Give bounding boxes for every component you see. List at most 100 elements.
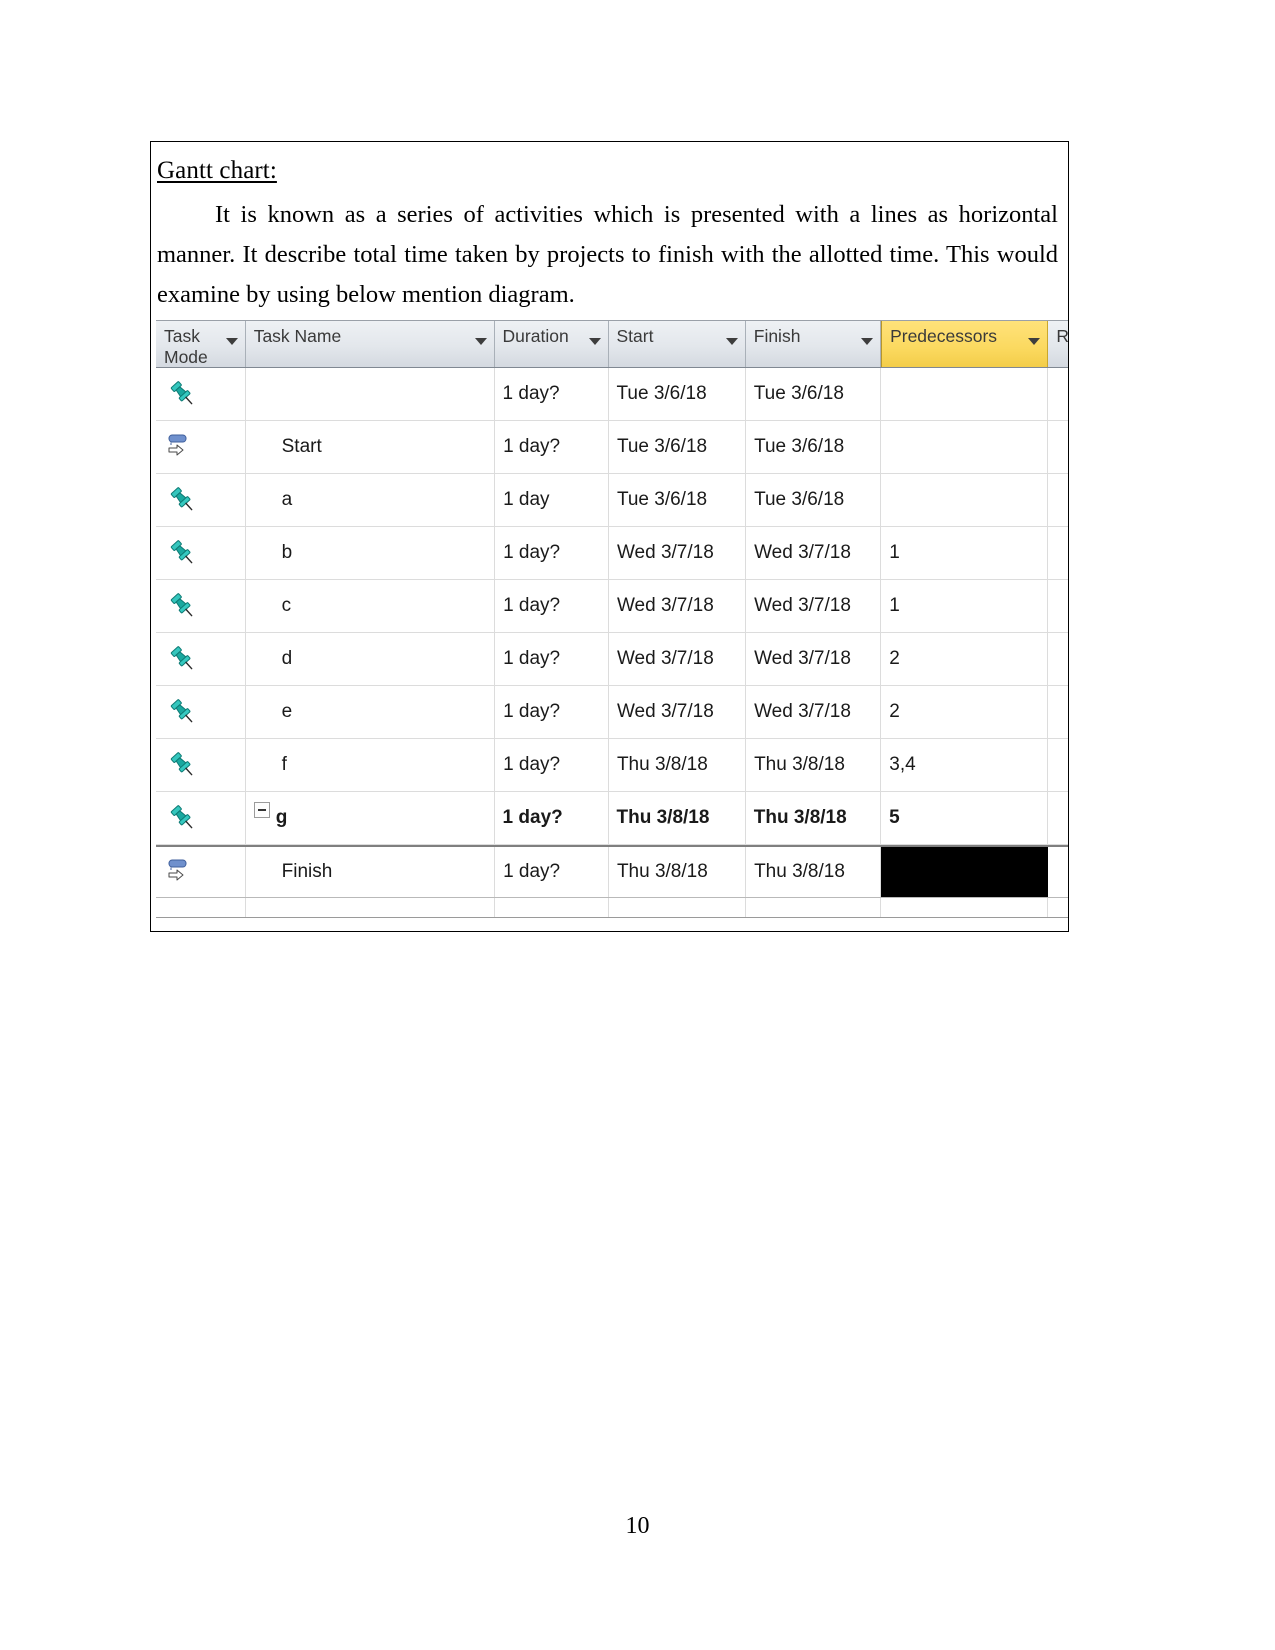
cell-start[interactable]: Thu 3/8/18	[609, 739, 747, 791]
cell-finish[interactable]: Wed 3/7/18	[746, 686, 882, 738]
pushpin-icon	[168, 751, 202, 783]
cell-task-name[interactable]: a	[246, 474, 496, 526]
cell-task-mode[interactable]	[156, 580, 246, 632]
cell-duration[interactable]: 1 day?	[495, 580, 609, 632]
table-row[interactable]: f1 day? Thu 3/8/18 Thu 3/8/18 3,4	[156, 739, 1068, 792]
cell-predecessors[interactable]: 3,4	[881, 739, 1049, 791]
cell-task-name[interactable]: g	[246, 792, 495, 844]
cell-task-mode[interactable]	[156, 686, 246, 738]
table-row[interactable]: d1 day? Wed 3/7/18 Wed 3/7/18 2	[156, 633, 1068, 686]
cell-task-mode[interactable]	[156, 474, 246, 526]
chevron-down-icon[interactable]	[861, 338, 874, 345]
cell-finish[interactable]: Wed 3/7/18	[746, 633, 882, 685]
cell-predecessors[interactable]	[881, 421, 1049, 473]
cell-finish[interactable]: Thu 3/8/18	[746, 739, 882, 791]
table-row[interactable]: g1 day? Thu 3/8/18 Thu 3/8/18 5	[156, 792, 1068, 845]
cell-duration[interactable]: 1 day?	[495, 527, 609, 579]
cell-duration[interactable]: 1 day?	[495, 739, 609, 791]
cell-start[interactable]: Wed 3/7/18	[609, 686, 747, 738]
cell-resource[interactable]	[1048, 739, 1068, 791]
column-header-predecessors[interactable]: Predecessors	[881, 321, 1049, 367]
cell-resource[interactable]	[1048, 847, 1068, 897]
cell-task-mode[interactable]	[156, 633, 246, 685]
column-header-task_name[interactable]: Task Name	[246, 321, 495, 367]
cell-start[interactable]: Tue 3/6/18	[609, 474, 747, 526]
cell-start[interactable]: Wed 3/7/18	[609, 580, 747, 632]
table-row[interactable]: a1 day Tue 3/6/18 Tue 3/6/18	[156, 474, 1068, 527]
collapse-toggle-icon[interactable]	[253, 802, 270, 818]
column-header-task_mode[interactable]: Task Mode	[156, 321, 246, 367]
table-row[interactable]: Start 1 day? Tue 3/6/18 Tue 3/6/18	[156, 421, 1068, 474]
cell-finish[interactable]: Wed 3/7/18	[746, 580, 882, 632]
cell-finish[interactable]: Wed 3/7/18	[746, 527, 882, 579]
cell-predecessors-selected[interactable]	[881, 847, 1049, 897]
column-header-finish[interactable]: Finish	[746, 321, 882, 367]
cell-predecessors[interactable]: 1	[881, 580, 1049, 632]
cell-resource[interactable]	[1048, 686, 1068, 738]
column-header-start[interactable]: Start	[609, 321, 746, 367]
cell-task-name[interactable]: f	[246, 739, 496, 791]
cell-task-name[interactable]: Start	[246, 421, 496, 473]
cell-resource[interactable]	[1048, 792, 1068, 844]
cell-task-name[interactable]: e	[246, 686, 496, 738]
task-name-label: Start	[281, 436, 322, 457]
cell-duration[interactable]: 1 day?	[495, 686, 609, 738]
chevron-down-icon[interactable]	[725, 338, 738, 345]
cell-finish[interactable]: Tue 3/6/18	[746, 368, 882, 420]
table-row[interactable]: b1 day? Wed 3/7/18 Wed 3/7/18 1	[156, 527, 1068, 580]
cell-finish[interactable]: Thu 3/8/18	[746, 847, 882, 897]
cell-duration[interactable]: 1 day?	[495, 368, 609, 420]
chevron-down-icon[interactable]	[225, 338, 238, 345]
cell-predecessors[interactable]: 1	[881, 527, 1049, 579]
cell-predecessors[interactable]: 2	[881, 686, 1049, 738]
cell-task-name[interactable]: c	[246, 580, 496, 632]
cell-predecessors[interactable]	[881, 368, 1049, 420]
cell-duration[interactable]: 1 day	[495, 474, 609, 526]
table-row[interactable]: 1 day? Tue 3/6/18 Tue 3/6/18	[156, 368, 1068, 421]
cell-task-mode[interactable]	[156, 739, 246, 791]
pushpin-icon	[168, 380, 202, 412]
cell-start[interactable]: Thu 3/8/18	[609, 792, 746, 844]
cell-task-name[interactable]: Finish	[246, 847, 496, 897]
column-header-resource[interactable]: Re	[1048, 321, 1068, 367]
cell-predecessors[interactable]: 2	[881, 633, 1049, 685]
cell-start[interactable]: Tue 3/6/18	[609, 421, 747, 473]
table-row[interactable]: c1 day? Wed 3/7/18 Wed 3/7/18 1	[156, 580, 1068, 633]
cell-resource[interactable]	[1048, 474, 1068, 526]
cell-finish[interactable]: Tue 3/6/18	[746, 474, 882, 526]
cell-task-mode[interactable]	[156, 847, 246, 897]
cell-resource[interactable]	[1048, 527, 1068, 579]
grid-footer-strip	[156, 898, 1068, 918]
cell-start[interactable]: Wed 3/7/18	[609, 633, 747, 685]
content-border-box: Gantt chart: It is known as a series of …	[150, 141, 1069, 932]
table-row[interactable]: e1 day? Wed 3/7/18 Wed 3/7/18 2	[156, 686, 1068, 739]
cell-resource[interactable]	[1048, 421, 1068, 473]
cell-finish[interactable]: Thu 3/8/18	[746, 792, 882, 844]
cell-start[interactable]: Thu 3/8/18	[609, 847, 747, 897]
cell-duration[interactable]: 1 day?	[495, 633, 609, 685]
cell-resource[interactable]	[1048, 368, 1068, 420]
cell-duration[interactable]: 1 day?	[495, 792, 609, 844]
table-row[interactable]: Finish 1 day? Thu 3/8/18 Thu 3/8/18	[156, 845, 1068, 898]
cell-start[interactable]: Wed 3/7/18	[609, 527, 747, 579]
chevron-down-icon[interactable]	[474, 338, 487, 345]
cell-task-name[interactable]: d	[246, 633, 496, 685]
chevron-down-icon[interactable]	[1028, 338, 1041, 345]
cell-task-mode[interactable]	[156, 527, 246, 579]
prose-section: Gantt chart: It is known as a series of …	[151, 142, 1068, 315]
column-header-duration[interactable]: Duration	[495, 321, 609, 367]
cell-predecessors[interactable]	[881, 474, 1049, 526]
cell-resource[interactable]	[1048, 633, 1068, 685]
cell-predecessors[interactable]: 5	[881, 792, 1049, 844]
cell-duration[interactable]: 1 day?	[495, 847, 609, 897]
cell-task-mode[interactable]	[156, 368, 246, 420]
cell-task-name[interactable]	[246, 368, 495, 420]
cell-duration[interactable]: 1 day?	[495, 421, 609, 473]
cell-resource[interactable]	[1048, 580, 1068, 632]
chevron-down-icon[interactable]	[588, 338, 601, 345]
cell-task-mode[interactable]	[156, 792, 246, 844]
cell-finish[interactable]: Tue 3/6/18	[746, 421, 882, 473]
cell-task-mode[interactable]	[156, 421, 246, 473]
cell-task-name[interactable]: b	[246, 527, 496, 579]
cell-start[interactable]: Tue 3/6/18	[609, 368, 746, 420]
